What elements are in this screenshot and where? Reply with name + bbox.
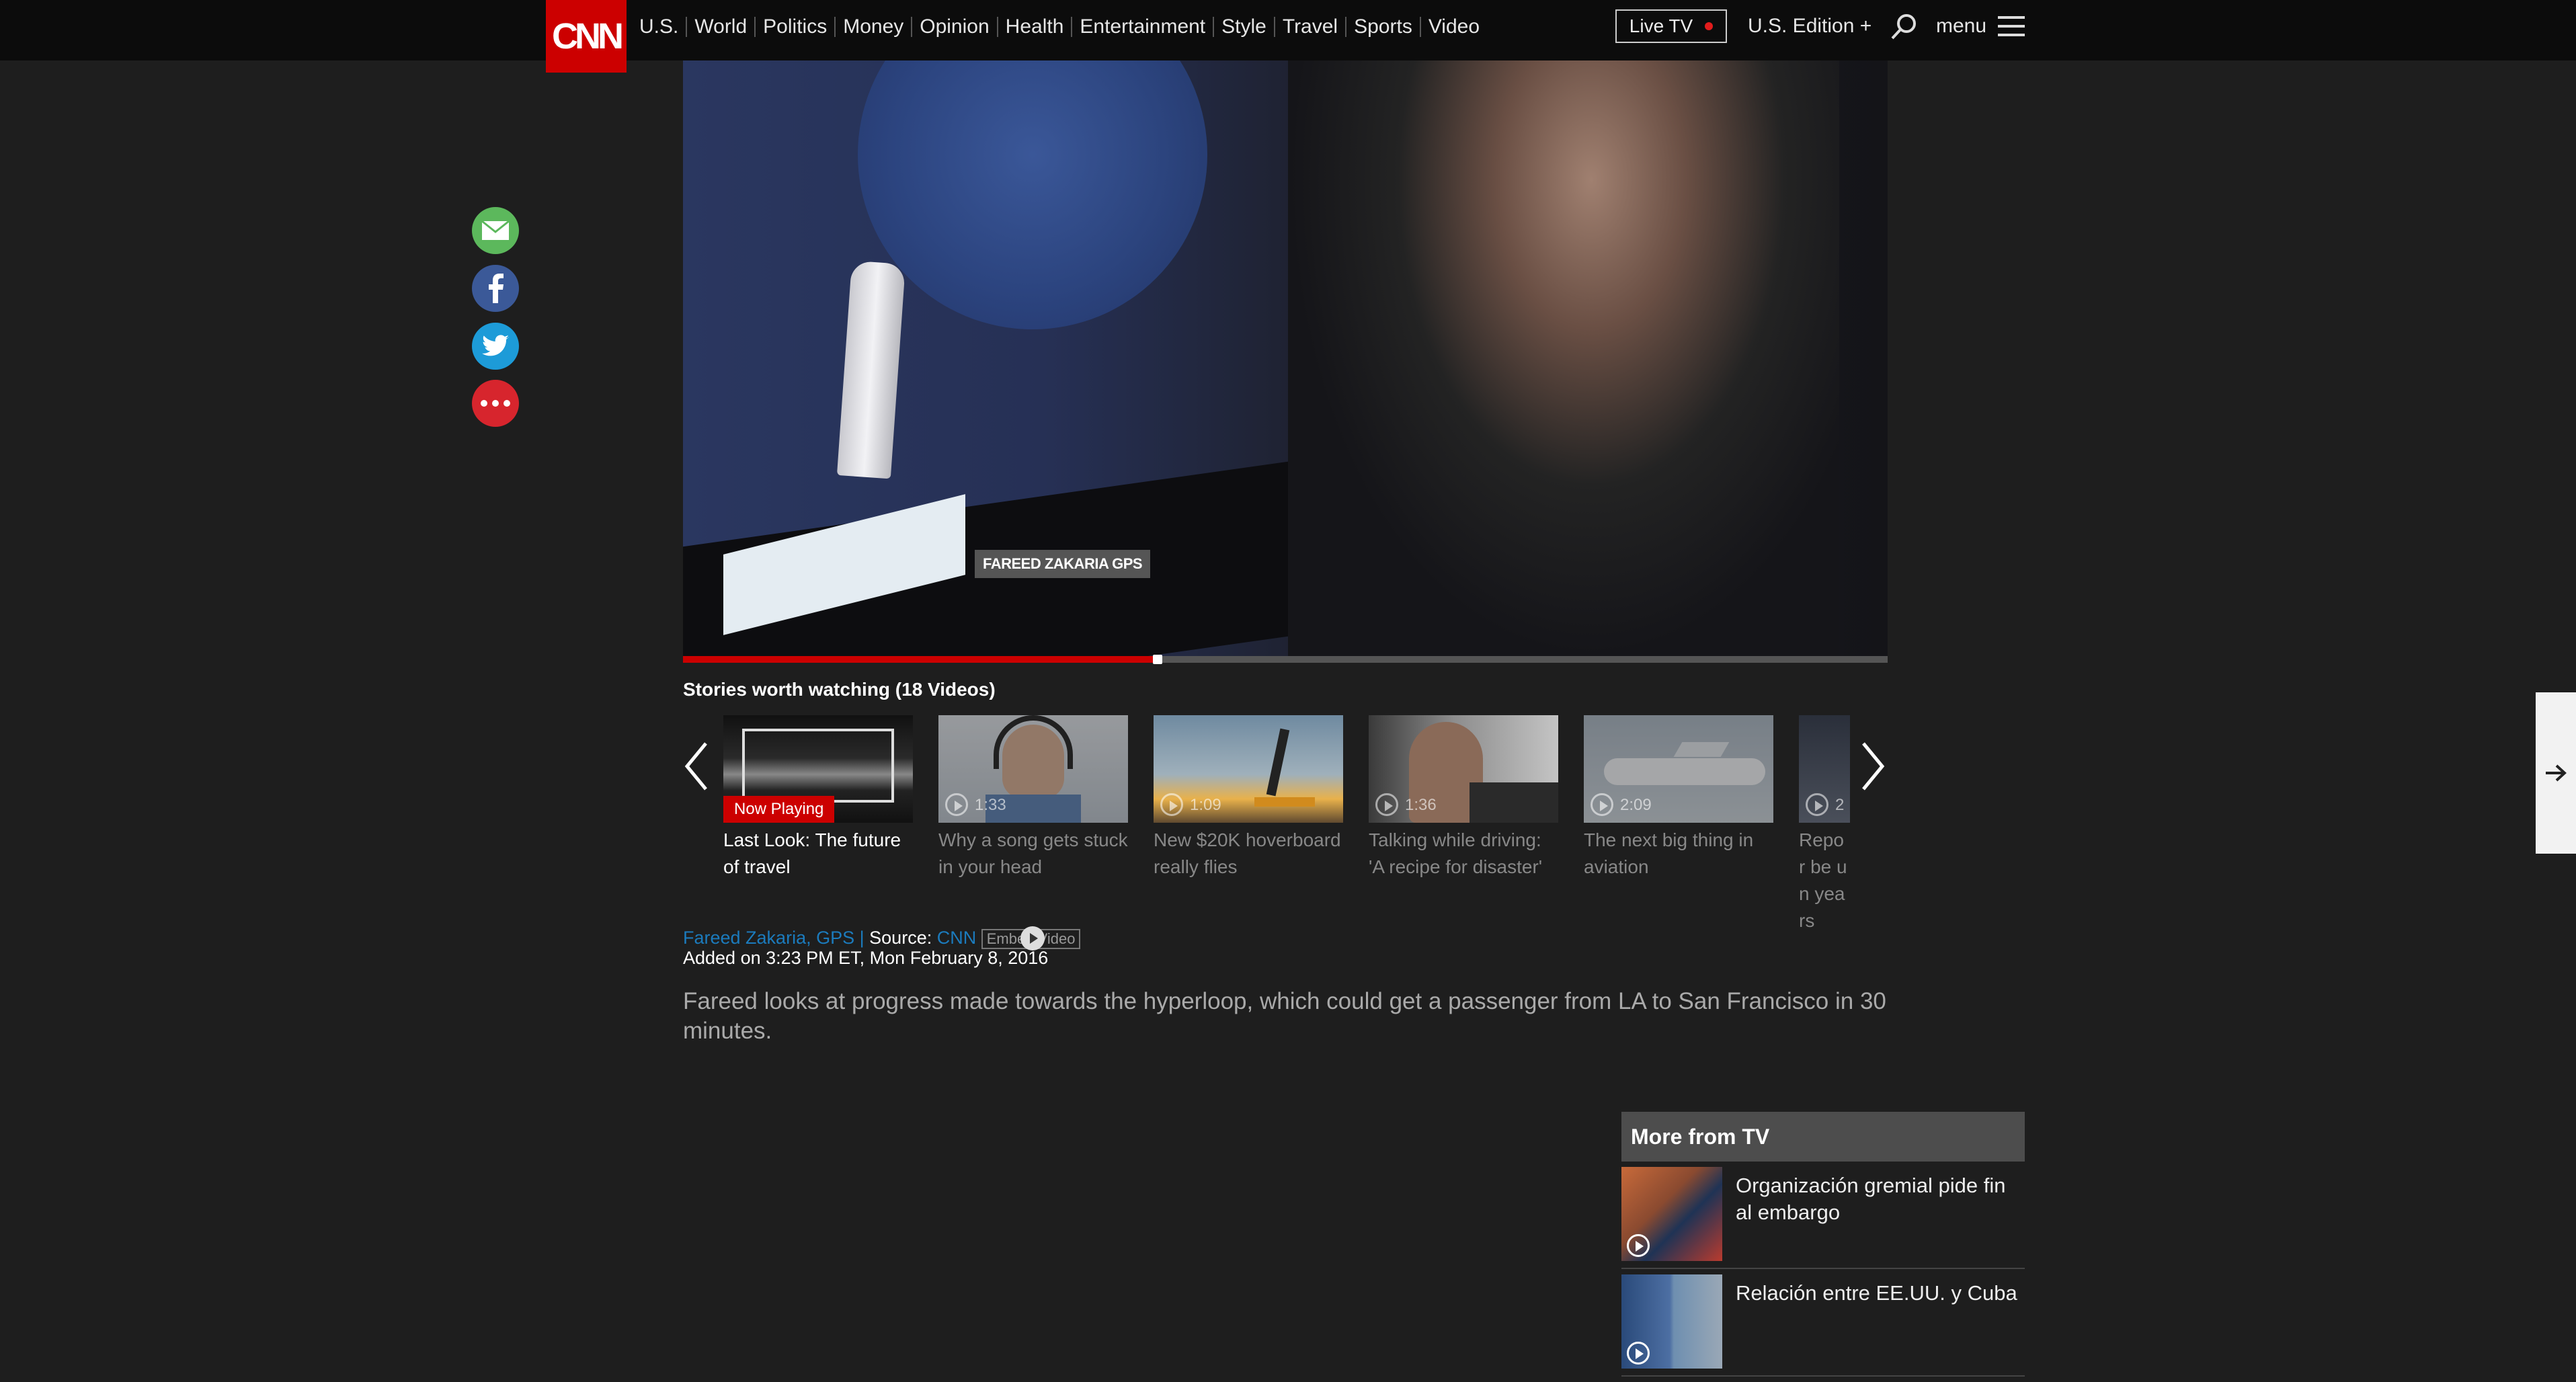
meta-divider: | — [859, 928, 864, 948]
nav-opinion[interactable]: Opinion — [912, 15, 996, 38]
email-share-button[interactable] — [472, 207, 519, 254]
carousel-card[interactable]: 1:36 Talking while driving: 'A recipe fo… — [1369, 715, 1558, 881]
dashboard-shape — [1470, 782, 1558, 823]
list-item[interactable]: Organización gremial pide fin al embargo — [1621, 1162, 2025, 1269]
cnn-logo[interactable]: CNN — [546, 0, 627, 73]
carousel-card[interactable]: 2 Repor be un years — [1799, 715, 1850, 934]
carousel-caption[interactable]: Talking while driving: 'A recipe for dis… — [1369, 827, 1558, 881]
added-timestamp: Added on 3:23 PM ET, Mon February 8, 201… — [683, 948, 1049, 968]
video-spray-can — [836, 260, 906, 479]
video-watermark: FAREED ZAKARIA GPS — [975, 550, 1151, 578]
carousel-card[interactable]: 1:09 New $20K hoverboard really flies — [1154, 715, 1343, 881]
nav-sports[interactable]: Sports — [1346, 15, 1420, 38]
live-tv-label: Live TV — [1629, 15, 1693, 36]
search-icon[interactable] — [1889, 12, 1919, 42]
source-link[interactable]: CNN — [937, 928, 977, 948]
list-item[interactable]: Relación entre EE.UU. y Cuba — [1621, 1269, 2025, 1377]
video-progress-handle[interactable] — [1153, 655, 1162, 664]
author-link[interactable]: Fareed Zakaria, GPS — [683, 928, 854, 948]
play-icon — [945, 793, 968, 816]
carousel-caption[interactable]: Last Look: The future of travel — [723, 827, 913, 881]
carousel-caption[interactable]: The next big thing in aviation — [1584, 827, 1773, 881]
carousel-thumbnail: 2 — [1799, 715, 1850, 823]
menu-label[interactable]: menu — [1936, 15, 1986, 38]
video-duration: 2 — [1835, 796, 1845, 814]
carousel-thumbnail: 1:36 — [1369, 715, 1558, 823]
play-icon — [1627, 1342, 1650, 1365]
carousel-card[interactable]: Now Playing Last Look: The future of tra… — [723, 715, 913, 881]
more-from-tv-panel: More from TV Organización gremial pide f… — [1621, 1112, 2025, 1377]
tv-item-title[interactable]: Organización gremial pide fin al embargo — [1722, 1167, 2025, 1268]
play-icon — [1627, 1234, 1650, 1257]
hamburger-icon[interactable] — [1998, 16, 2025, 38]
live-tv-button[interactable]: Live TV — [1615, 9, 1727, 43]
video-metadata: Fareed Zakaria, GPS | Source: CNN Embed … — [683, 926, 1081, 950]
play-icon — [1375, 793, 1398, 816]
carousel-thumbnail: 1:33 — [938, 715, 1128, 823]
facebook-share-button[interactable] — [472, 265, 519, 312]
arrow-right-icon — [2546, 764, 2567, 782]
hoverboard-shape — [1254, 797, 1315, 807]
source-label: Source: — [869, 928, 932, 948]
video-duration: 1:36 — [1405, 796, 1437, 814]
more-from-tv-title: More from TV — [1621, 1112, 2025, 1162]
nav-health[interactable]: Health — [998, 15, 1072, 38]
video-duration: 1:33 — [975, 796, 1006, 814]
tv-item-title[interactable]: Relación entre EE.UU. y Cuba — [1722, 1274, 2017, 1375]
logo-text: CNN — [552, 16, 624, 56]
now-playing-badge: Now Playing — [723, 796, 835, 823]
video-duration: 2:09 — [1620, 796, 1652, 814]
video-duration: 1:09 — [1190, 796, 1221, 814]
play-icon — [1806, 793, 1828, 816]
carousel-thumbnail: 1:09 — [1154, 715, 1343, 823]
nav-entertainment[interactable]: Entertainment — [1072, 15, 1213, 38]
carousel-card[interactable]: 2:09 The next big thing in aviation — [1584, 715, 1773, 881]
video-player[interactable] — [683, 60, 1888, 659]
embed-play-icon — [1020, 926, 1045, 950]
side-panel-tab[interactable] — [2536, 692, 2576, 854]
more-share-button[interactable] — [472, 380, 519, 427]
carousel-card[interactable]: 1:33 Why a song gets stuck in your head — [938, 715, 1128, 881]
carousel-thumbnail: Now Playing — [723, 715, 913, 823]
more-icon — [481, 400, 510, 407]
carousel-prev-icon[interactable] — [683, 739, 710, 793]
nav-world[interactable]: World — [687, 15, 754, 38]
nav-travel[interactable]: Travel — [1275, 15, 1345, 38]
twitter-icon — [482, 335, 509, 356]
tv-thumbnail — [1621, 1167, 1722, 1261]
video-person — [1288, 60, 1839, 659]
play-icon — [1160, 793, 1183, 816]
embed-video-button[interactable]: Embed Video — [981, 926, 1081, 950]
nav-style[interactable]: Style — [1214, 15, 1274, 38]
video-description: Fareed looks at progress made towards th… — [683, 988, 1886, 1044]
carousel-next-icon[interactable] — [1859, 739, 1886, 793]
nav-money[interactable]: Money — [836, 15, 911, 38]
twitter-share-button[interactable] — [472, 323, 519, 370]
facebook-icon — [489, 274, 504, 303]
carousel-caption[interactable]: New $20K hoverboard really flies — [1154, 827, 1343, 881]
nav-video[interactable]: Video — [1421, 15, 1487, 38]
nav-politics[interactable]: Politics — [756, 15, 834, 38]
video-progress-fill — [683, 656, 1153, 663]
video-background-seal — [858, 60, 1207, 329]
main-nav: U.S. World Politics Money Opinion Health… — [639, 0, 1487, 54]
live-indicator-icon — [1705, 22, 1714, 30]
email-icon — [481, 220, 510, 240]
carousel-caption[interactable]: Why a song gets stuck in your head — [938, 827, 1128, 881]
hyperloop-frame — [742, 729, 894, 803]
carousel-caption[interactable]: Repor be un years — [1799, 827, 1850, 934]
tv-thumbnail — [1621, 1274, 1722, 1369]
carousel-title: Stories worth watching (18 Videos) — [683, 679, 996, 700]
rider-shape — [1266, 728, 1290, 797]
edition-selector[interactable]: U.S. Edition + — [1748, 15, 1871, 38]
carousel-thumbnail: 2:09 — [1584, 715, 1773, 823]
play-icon — [1591, 793, 1613, 816]
nav-us[interactable]: U.S. — [639, 15, 686, 38]
